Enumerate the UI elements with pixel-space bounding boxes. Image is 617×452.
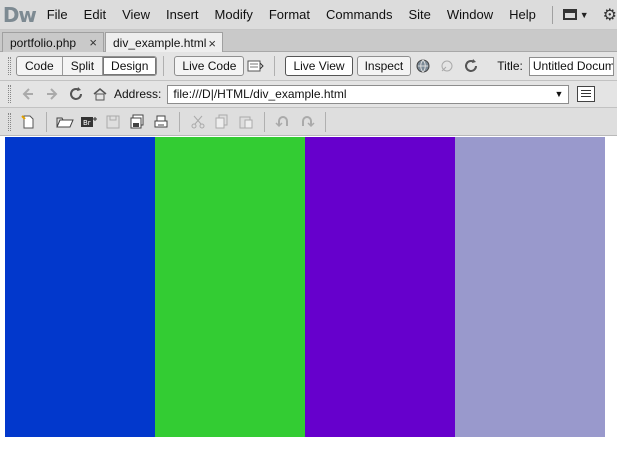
menu-commands[interactable]: Commands bbox=[318, 0, 400, 30]
save-icon[interactable] bbox=[104, 113, 122, 131]
toolbar-separator bbox=[325, 111, 326, 132]
toolbar-separator bbox=[264, 111, 265, 132]
svg-text:Br: Br bbox=[83, 119, 91, 127]
gear-icon[interactable]: ⚙ bbox=[603, 5, 617, 25]
document-tab-bar: portfolio.php × div_example.html × bbox=[0, 30, 617, 53]
chevron-down-icon[interactable]: ▼ bbox=[554, 86, 563, 103]
forward-arrow-icon[interactable] bbox=[43, 85, 61, 103]
div-column-3[interactable] bbox=[305, 137, 455, 437]
address-field[interactable]: file:///D|/HTML/div_example.html ▼ bbox=[167, 84, 570, 104]
tab-label: div_example.html bbox=[113, 36, 207, 50]
paste-icon[interactable] bbox=[237, 113, 255, 131]
toolbar-separator bbox=[274, 56, 276, 76]
menu-window[interactable]: Window bbox=[439, 0, 501, 30]
browse-in-bridge-icon[interactable]: Br bbox=[80, 113, 98, 131]
toolbar-grip[interactable] bbox=[8, 57, 11, 75]
copy-icon[interactable] bbox=[213, 113, 231, 131]
div-column-4[interactable] bbox=[455, 137, 605, 437]
refresh-icon[interactable] bbox=[67, 85, 85, 103]
redo-icon[interactable] bbox=[298, 113, 316, 131]
close-icon[interactable]: × bbox=[208, 36, 216, 51]
menu-format[interactable]: Format bbox=[261, 0, 318, 30]
preview-browser-icon[interactable] bbox=[414, 57, 432, 75]
undo-icon[interactable] bbox=[274, 113, 292, 131]
div-column-2[interactable] bbox=[155, 137, 305, 437]
div-column-1[interactable] bbox=[5, 137, 155, 437]
toolbar-grip[interactable] bbox=[8, 85, 11, 103]
menu-view[interactable]: View bbox=[114, 0, 158, 30]
cut-icon[interactable] bbox=[189, 113, 207, 131]
layout-icon bbox=[562, 9, 577, 20]
open-file-icon[interactable] bbox=[56, 113, 74, 131]
toolbar-separator bbox=[163, 56, 165, 76]
view-mode-group: Code Split Design bbox=[16, 56, 158, 76]
live-code-button[interactable]: Live Code bbox=[174, 56, 245, 76]
split-view-button[interactable]: Split bbox=[63, 57, 104, 75]
menu-file[interactable]: File bbox=[39, 0, 76, 30]
standard-toolbar: Br bbox=[0, 108, 617, 136]
toolbar-separator bbox=[179, 111, 180, 132]
visual-aids-icon[interactable] bbox=[438, 57, 456, 75]
file-management-icon[interactable] bbox=[247, 57, 265, 75]
browser-navigation-toolbar: Address: file:///D|/HTML/div_example.htm… bbox=[0, 81, 617, 108]
address-value: file:///D|/HTML/div_example.html bbox=[173, 86, 347, 101]
menu-separator bbox=[551, 5, 553, 24]
menu-modify[interactable]: Modify bbox=[207, 0, 261, 30]
home-icon[interactable] bbox=[91, 85, 109, 103]
app-logo: Dw bbox=[2, 2, 37, 27]
chevron-down-icon: ▼ bbox=[579, 9, 589, 20]
code-view-button[interactable]: Code bbox=[17, 57, 63, 75]
menu-edit[interactable]: Edit bbox=[76, 0, 114, 30]
new-file-icon[interactable] bbox=[19, 113, 37, 131]
print-icon[interactable] bbox=[152, 113, 170, 131]
back-arrow-icon[interactable] bbox=[19, 85, 37, 103]
menu-bar: Dw File Edit View Insert Modify Format C… bbox=[0, 0, 617, 30]
save-all-icon[interactable] bbox=[128, 113, 146, 131]
browser-navigation-options-icon[interactable] bbox=[577, 86, 596, 102]
address-label: Address: bbox=[114, 87, 162, 101]
tab-portfolio-php[interactable]: portfolio.php × bbox=[2, 32, 104, 52]
menu-site[interactable]: Site bbox=[400, 0, 438, 30]
tab-div-example-html[interactable]: div_example.html × bbox=[105, 32, 223, 53]
document-toolbar: Code Split Design Live Code Live View In… bbox=[0, 52, 617, 81]
design-view-canvas[interactable] bbox=[0, 137, 617, 452]
title-label: Title: bbox=[497, 59, 523, 73]
tab-label: portfolio.php bbox=[10, 35, 77, 50]
menu-help[interactable]: Help bbox=[501, 0, 544, 30]
toolbar-grip[interactable] bbox=[8, 112, 11, 131]
workspace-layout-button[interactable]: ▼ bbox=[559, 0, 593, 30]
refresh-icon[interactable] bbox=[462, 57, 480, 75]
close-icon[interactable]: × bbox=[89, 35, 97, 50]
design-view-button[interactable]: Design bbox=[103, 57, 157, 75]
toolbar-separator bbox=[46, 111, 47, 132]
live-view-button[interactable]: Live View bbox=[285, 56, 353, 76]
title-field[interactable]: Untitled Document bbox=[528, 56, 614, 76]
menu-insert[interactable]: Insert bbox=[158, 0, 207, 30]
inspect-button[interactable]: Inspect bbox=[356, 56, 412, 76]
